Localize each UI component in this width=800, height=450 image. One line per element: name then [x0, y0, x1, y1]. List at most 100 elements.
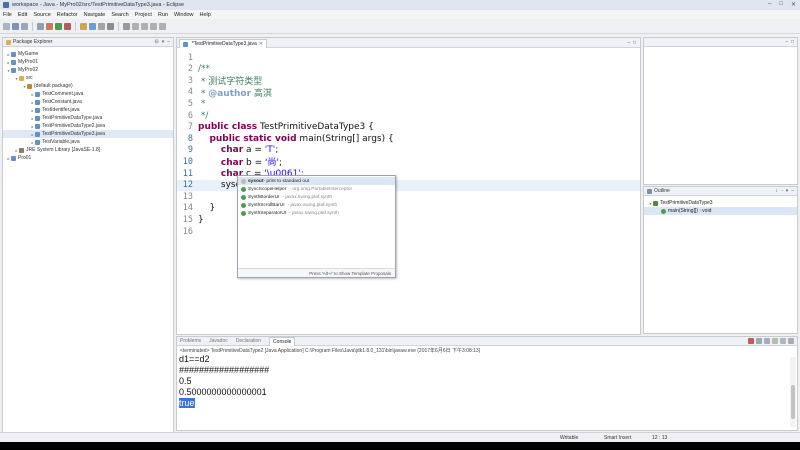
code-rest: TestPrimitiveDataType3 {: [257, 122, 374, 133]
toggle-mark-icon[interactable]: [123, 22, 130, 30]
view-menu-icon[interactable]: ▾: [162, 39, 165, 45]
proposal-item[interactable]: SynthBorderUI - javax.swing.plaf.synth: [238, 193, 395, 201]
line-number: 13: [182, 191, 193, 202]
tree-item[interactable]: ▸ TestIdentifer.java: [3, 106, 173, 114]
menu-search[interactable]: Search: [111, 12, 128, 18]
console-output[interactable]: d1==d2 ################## 0.5 0.50000000000…: [177, 354, 797, 409]
template-icon: [241, 178, 246, 184]
proposal-name: SynthBorderUI: [248, 194, 280, 200]
tree-item[interactable]: ▾ src: [3, 74, 173, 82]
tree-item[interactable]: ▸ TestPrimitiveDataType.java: [3, 114, 173, 122]
tree-item[interactable]: ▸ TestComment.java: [3, 90, 173, 98]
close-tab-icon[interactable]: ✕: [259, 41, 263, 47]
open-type-icon[interactable]: [98, 22, 105, 30]
line-number: 6: [187, 110, 193, 121]
tree-item[interactable]: ▸ TestVariable.java: [3, 138, 173, 146]
new-package-icon[interactable]: [80, 22, 87, 30]
menu-edit[interactable]: Edit: [18, 12, 27, 18]
new-class-icon[interactable]: [89, 22, 96, 30]
collapse-all-icon[interactable]: ⊟: [155, 39, 159, 45]
minimize-button[interactable]: –: [768, 1, 771, 8]
minimize-editor-icon[interactable]: –: [627, 40, 630, 46]
tab-problems[interactable]: Problems: [180, 338, 201, 344]
tab-declaration[interactable]: Declaration: [236, 338, 261, 344]
tree-item[interactable]: ▸ TestConstant.java: [3, 98, 173, 106]
scrollbar-thumb[interactable]: [791, 385, 795, 419]
outline-item[interactable]: main(String[]) : void: [644, 207, 797, 215]
proposal-package: - javax.swing.plaf.synth: [282, 194, 333, 200]
tree-item[interactable]: ▸ MyPro01: [3, 58, 173, 66]
menu-project[interactable]: Project: [135, 12, 152, 18]
maximize-button[interactable]: □: [779, 1, 783, 8]
terminate-icon[interactable]: [748, 338, 754, 344]
outline-title[interactable]: Outline: [654, 188, 670, 194]
new-icon[interactable]: [3, 22, 10, 30]
task-list-header: – □: [644, 38, 797, 47]
tree-item[interactable]: ▸ TestPrimitiveDataType3.java: [3, 130, 173, 138]
proposal-item[interactable]: SynthSeparatorUI - javax.swing.plaf.synth: [238, 209, 395, 217]
external-tools-icon[interactable]: [64, 22, 71, 30]
pin-console-icon[interactable]: [780, 338, 786, 344]
console-line: true: [179, 398, 797, 409]
editor-tab[interactable]: *TestPrimitiveDataType3.java ✕: [179, 39, 267, 48]
print-icon[interactable]: [37, 22, 44, 30]
java-file-icon: [35, 91, 40, 97]
tree-item[interactable]: ▸ MyGame: [3, 50, 173, 58]
hide-fields-icon[interactable]: ◦: [781, 188, 783, 194]
code-line: 7 public class TestPrimitiveDataType3 {: [177, 122, 640, 133]
remove-launch-icon[interactable]: [756, 338, 762, 344]
package-explorer-header: Package Explorer ⊟ ▾ –: [3, 38, 173, 47]
maximize-view-icon[interactable]: □: [791, 39, 794, 45]
menu-help[interactable]: Help: [200, 12, 211, 18]
console-scrollbar[interactable]: [790, 357, 796, 427]
tab-javadoc[interactable]: Javadoc: [209, 338, 228, 344]
view-menu-icon[interactable]: ▾: [786, 188, 789, 194]
scroll-lock-icon[interactable]: [772, 338, 778, 344]
tab-console[interactable]: Console: [269, 336, 296, 346]
menu-refactor[interactable]: Refactor: [57, 12, 78, 18]
forward-icon[interactable]: [159, 22, 166, 30]
menu-window[interactable]: Window: [174, 12, 194, 18]
next-annotation-icon[interactable]: [132, 22, 139, 30]
clear-console-icon[interactable]: [764, 338, 770, 344]
code-rest: b =: [243, 158, 265, 169]
code-text: char b = '尚';: [198, 155, 282, 168]
comment-text: 高淇: [251, 88, 272, 99]
proposal-name: SynthScrollBarUI: [248, 202, 285, 208]
run-icon[interactable]: [55, 22, 62, 30]
selected-text: true: [179, 398, 195, 408]
minimize-view-icon[interactable]: –: [785, 39, 788, 45]
outline-header: Outline ↕ ◦ ▾ –: [644, 187, 797, 196]
back-icon[interactable]: [150, 22, 157, 30]
menu-source[interactable]: Source: [33, 12, 50, 18]
proposal-item[interactable]: sysout - print to standard out: [238, 177, 395, 185]
open-console-icon[interactable]: [788, 338, 794, 344]
save-icon[interactable]: [12, 22, 19, 30]
line-number: 14: [182, 203, 193, 214]
debug-icon[interactable]: [46, 22, 53, 30]
tree-item[interactable]: ▸ JRE System Library [JavaSE-1.8]: [3, 146, 173, 154]
menu-file[interactable]: File: [3, 12, 12, 18]
console-line: d1==d2: [179, 354, 210, 364]
package-explorer-title[interactable]: Package Explorer: [13, 39, 52, 45]
minimize-view-icon[interactable]: –: [167, 39, 170, 45]
tree-item[interactable]: ▸ Pro01: [3, 154, 173, 162]
menu-navigate[interactable]: Navigate: [84, 12, 106, 18]
proposal-item[interactable]: SynthScrollBarUI - javax.swing.plaf.synth: [238, 201, 395, 209]
tree-item[interactable]: ▸ TestPrimitiveDataType2.java: [3, 122, 173, 130]
tree-item[interactable]: ▾ MyPro02: [3, 66, 173, 74]
sort-icon[interactable]: ↕: [775, 188, 778, 194]
outline-item[interactable]: ▾ TestPrimitiveDataType3: [644, 199, 797, 207]
window-title: workspace - Java - MyPro02/src/TestPrimi…: [12, 2, 185, 8]
save-all-icon[interactable]: [21, 22, 28, 30]
tree-item[interactable]: ▾ (default package): [3, 82, 173, 90]
maximize-editor-icon[interactable]: □: [633, 40, 636, 46]
search-icon[interactable]: [107, 22, 114, 30]
proposal-item[interactable]: SyncScopeHelper - org.omg.PortableInterce…: [238, 185, 395, 193]
prev-annotation-icon[interactable]: [141, 22, 148, 30]
minimize-view-icon[interactable]: –: [791, 188, 794, 194]
close-button[interactable]: ✕: [791, 1, 796, 8]
menu-run[interactable]: Run: [158, 12, 168, 18]
content-assist-popup: sysout - print to standard out SyncScopeH…: [237, 175, 396, 278]
